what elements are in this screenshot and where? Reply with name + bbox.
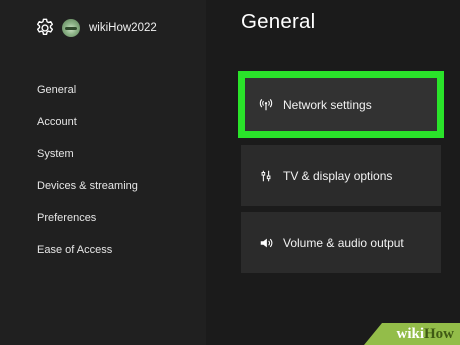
sidebar-item-devices-streaming[interactable]: Devices & streaming: [37, 179, 138, 211]
network-icon: [259, 98, 273, 110]
network-settings-tile[interactable]: Network settings: [238, 71, 444, 138]
page-title: General: [241, 10, 316, 33]
sidebar-item-account[interactable]: Account: [37, 115, 138, 147]
sidebar-item-system[interactable]: System: [37, 147, 138, 179]
settings-nav: General Account System Devices & streami…: [37, 83, 138, 275]
volume-audio-output-tile[interactable]: Volume & audio output: [241, 212, 441, 273]
sidebar: wikiHow2022 General Account System Devic…: [0, 0, 206, 345]
username: wikiHow2022: [89, 22, 157, 34]
sidebar-item-general[interactable]: General: [37, 83, 138, 115]
network-settings-label: Network settings: [283, 97, 372, 112]
profile-area: wikiHow2022: [34, 16, 157, 40]
watermark-wiki: wiki: [396, 325, 424, 342]
avatar[interactable]: [62, 19, 80, 37]
tv-display-options-label: TV & display options: [283, 168, 393, 183]
wikihow-watermark: wiki How: [364, 323, 460, 345]
gear-icon[interactable]: [34, 17, 56, 39]
sidebar-item-preferences[interactable]: Preferences: [37, 211, 138, 243]
tv-display-options-tile[interactable]: TV & display options: [241, 145, 441, 206]
watermark-how: How: [424, 325, 454, 342]
volume-audio-output-label: Volume & audio output: [283, 235, 404, 250]
sidebar-item-ease-of-access[interactable]: Ease of Access: [37, 243, 138, 275]
speaker-icon: [260, 238, 273, 247]
display-options-icon: [261, 170, 271, 181]
